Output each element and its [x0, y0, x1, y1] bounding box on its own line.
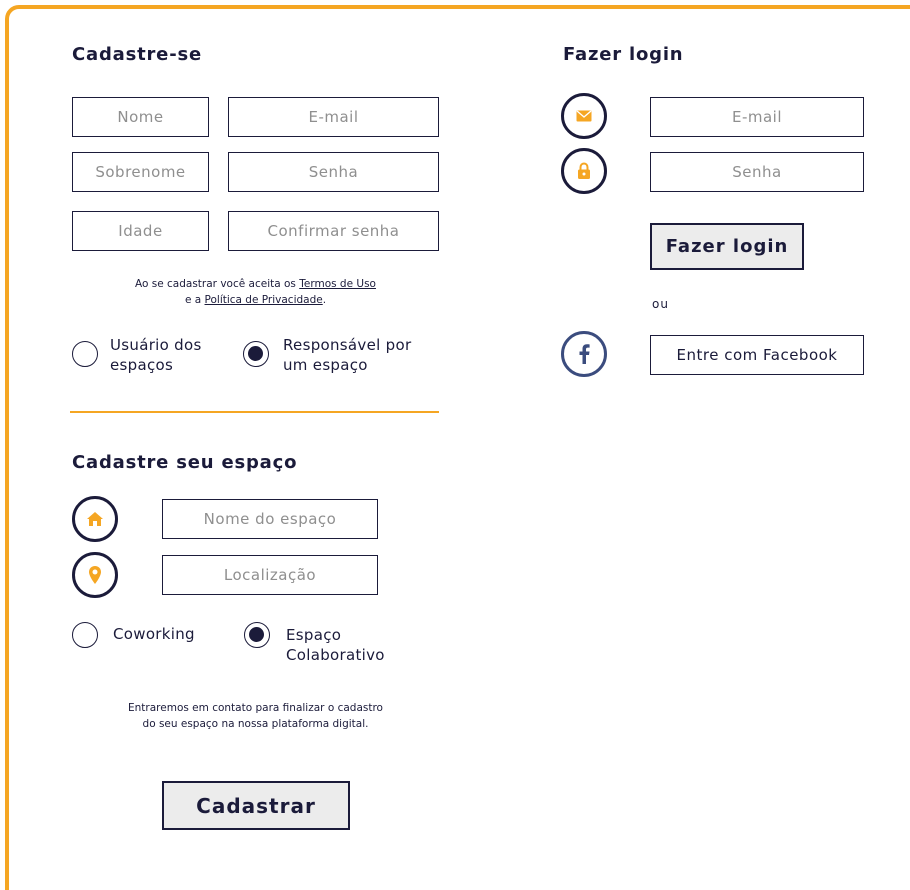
login-password-input[interactable]	[650, 152, 864, 192]
type-label-colaborativo[interactable]: Espaço Colaborativo	[286, 625, 385, 665]
role-label-user-line1: Usuário dos	[110, 336, 202, 354]
lock-icon	[578, 162, 590, 179]
role-label-user[interactable]: Usuário dos espaços	[110, 335, 202, 375]
signup-password-input[interactable]	[228, 152, 439, 192]
contact-notice: Entraremos em contato para finalizar o c…	[72, 700, 439, 732]
location-icon-circle	[72, 552, 118, 598]
type-label-colaborativo-line2: Colaborativo	[286, 646, 385, 664]
terms-prefix: Ao se cadastrar você aceita os	[135, 278, 300, 290]
contact-notice-line2: do seu espaço na nossa plataforma digita…	[142, 718, 369, 730]
first-name-input[interactable]	[72, 97, 209, 137]
facebook-login-button[interactable]: Entre com Facebook	[650, 335, 864, 375]
location-pin-icon	[89, 566, 101, 584]
login-button[interactable]: Fazer login	[650, 223, 804, 270]
home-icon	[87, 512, 103, 526]
role-radio-owner[interactable]	[243, 341, 269, 367]
privacy-policy-link[interactable]: Política de Privacidade	[205, 294, 323, 306]
login-email-input[interactable]	[650, 97, 864, 137]
register-button[interactable]: Cadastrar	[162, 781, 350, 830]
role-label-user-line2: espaços	[110, 356, 174, 374]
facebook-icon-circle[interactable]	[561, 331, 607, 377]
type-label-colaborativo-line1: Espaço	[286, 626, 342, 644]
terms-suffix: .	[322, 294, 327, 306]
section-divider	[70, 411, 439, 413]
role-label-owner-line2: um espaço	[283, 356, 368, 374]
signup-email-input[interactable]	[228, 97, 439, 137]
age-input[interactable]	[72, 211, 209, 251]
space-name-input[interactable]	[162, 499, 378, 539]
role-label-owner-line1: Responsável por	[283, 336, 412, 354]
mail-icon-circle	[561, 93, 607, 139]
terms-notice: Ao se cadastrar você aceita os Termos de…	[72, 276, 439, 308]
terms-of-use-link[interactable]: Termos de Uso	[299, 278, 376, 290]
home-icon-circle	[72, 496, 118, 542]
mail-icon	[576, 110, 592, 122]
type-label-coworking[interactable]: Coworking	[113, 624, 195, 644]
terms-mid: e a	[184, 294, 205, 306]
role-radio-user[interactable]	[72, 341, 98, 367]
last-name-input[interactable]	[72, 152, 209, 192]
confirm-password-input[interactable]	[228, 211, 439, 251]
lock-icon-circle	[561, 148, 607, 194]
role-label-owner[interactable]: Responsável por um espaço	[283, 335, 411, 375]
or-separator: ou	[652, 297, 669, 311]
space-title: Cadastre seu espaço	[72, 452, 298, 473]
login-title: Fazer login	[563, 44, 684, 65]
page-frame	[5, 5, 910, 890]
signup-title: Cadastre-se	[72, 44, 202, 65]
facebook-icon	[579, 344, 590, 364]
location-input[interactable]	[162, 555, 378, 595]
type-radio-colaborativo[interactable]	[244, 622, 270, 648]
contact-notice-line1: Entraremos em contato para finalizar o c…	[128, 702, 383, 714]
type-radio-coworking[interactable]	[72, 622, 98, 648]
